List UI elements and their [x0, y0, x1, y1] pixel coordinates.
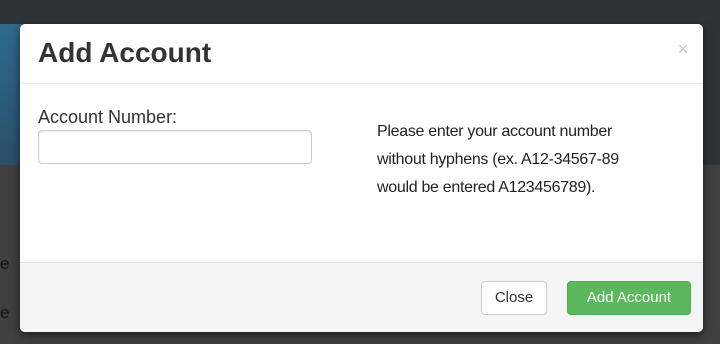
account-number-label: Account Number: [38, 107, 178, 127]
background-image-fragment [0, 24, 22, 165]
help-text-line: would be entered A123456789). [377, 179, 596, 196]
modal-header: Add Account × [20, 24, 703, 84]
help-text-line: Please enter your account number [377, 123, 612, 140]
background-text-fragment: e [0, 254, 10, 273]
modal-body: Account Number: Please enter your accoun… [20, 84, 703, 262]
add-account-button[interactable]: Add Account [567, 281, 691, 315]
add-account-modal: Add Account × Account Number: Please ent… [20, 24, 703, 332]
close-icon[interactable]: × [675, 40, 691, 58]
account-number-input[interactable] [38, 130, 312, 164]
modal-footer: Close Add Account [20, 262, 703, 332]
modal-title: Add Account [38, 37, 212, 68]
help-text: Please enter your account number without… [377, 118, 677, 202]
background-text-fragment: e [0, 303, 10, 322]
help-text-line: without hyphens (ex. A12-34567-89 [377, 151, 619, 168]
close-button[interactable]: Close [481, 281, 547, 315]
